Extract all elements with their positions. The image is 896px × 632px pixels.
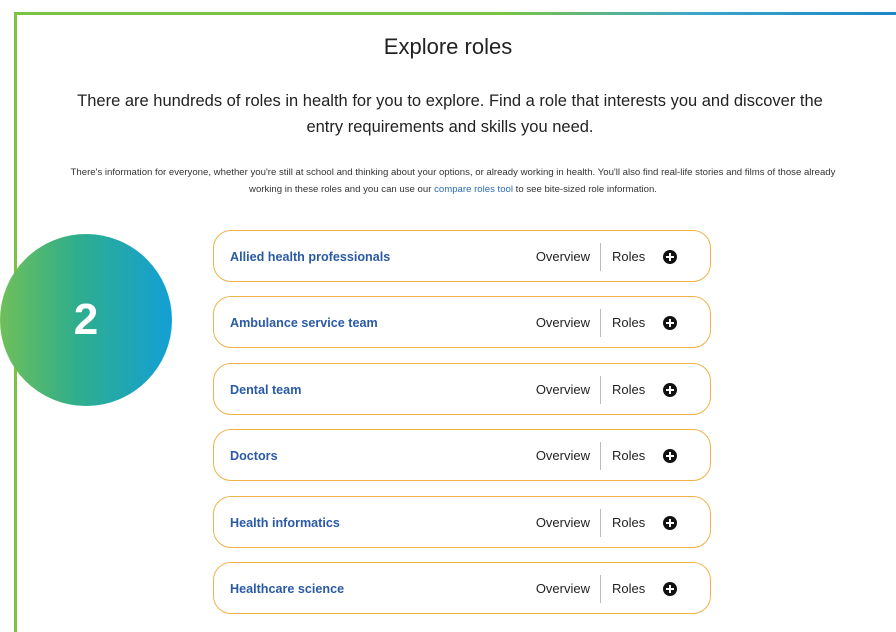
role-link[interactable]: Allied health professionals bbox=[230, 231, 390, 283]
intro-text: There are hundreds of roles in health fo… bbox=[77, 92, 823, 136]
plus-circle-icon[interactable] bbox=[663, 515, 677, 530]
role-row-allied-health: Allied health professionals Overview Rol… bbox=[213, 230, 711, 282]
row-divider bbox=[600, 309, 601, 338]
overview-link[interactable]: Overview bbox=[536, 497, 590, 549]
compare-roles-link[interactable]: compare roles tool bbox=[434, 184, 513, 195]
overview-link[interactable]: Overview bbox=[536, 231, 590, 283]
role-row-ambulance: Ambulance service team Overview Roles bbox=[213, 296, 711, 349]
role-link[interactable]: Dental team bbox=[230, 364, 301, 416]
row-divider bbox=[600, 243, 601, 271]
roles-toggle[interactable]: Roles bbox=[612, 364, 645, 416]
info-text-after: to see bite-sized role information. bbox=[513, 184, 657, 195]
plus-circle-icon[interactable] bbox=[663, 382, 677, 397]
step-number-badge: 2 bbox=[0, 234, 172, 406]
row-divider bbox=[600, 442, 601, 471]
role-link[interactable]: Doctors bbox=[230, 430, 278, 482]
role-link[interactable]: Ambulance service team bbox=[230, 297, 378, 349]
roles-toggle[interactable]: Roles bbox=[612, 563, 645, 615]
plus-circle-icon[interactable] bbox=[663, 250, 677, 264]
roles-toggle[interactable]: Roles bbox=[612, 231, 645, 283]
plus-circle-icon[interactable] bbox=[663, 581, 677, 596]
roles-toggle[interactable]: Roles bbox=[612, 430, 645, 482]
plus-circle-icon[interactable] bbox=[663, 449, 677, 464]
role-row-health-informatics: Health informatics Overview Roles bbox=[213, 495, 711, 549]
overview-link[interactable]: Overview bbox=[536, 297, 590, 349]
overview-link[interactable]: Overview bbox=[536, 563, 590, 615]
role-row-doctors: Doctors Overview Roles bbox=[213, 429, 711, 482]
overview-link[interactable]: Overview bbox=[536, 364, 590, 416]
row-divider bbox=[600, 375, 601, 404]
roles-list: Allied health professionals Overview Rol… bbox=[213, 230, 711, 628]
page-title: Explore roles bbox=[383, 34, 513, 59]
role-row-healthcare-science: Healthcare science Overview Roles bbox=[213, 561, 711, 615]
frame-top-gradient bbox=[500, 12, 896, 15]
overview-link[interactable]: Overview bbox=[536, 430, 590, 482]
role-link[interactable]: Health informatics bbox=[230, 497, 340, 549]
row-divider bbox=[600, 508, 601, 537]
roles-toggle[interactable]: Roles bbox=[612, 297, 645, 349]
plus-circle-icon[interactable] bbox=[663, 316, 677, 331]
row-divider bbox=[600, 574, 601, 603]
info-text: There's information for everyone, whethe… bbox=[68, 164, 838, 198]
role-row-dental: Dental team Overview Roles bbox=[213, 362, 711, 416]
role-link[interactable]: Healthcare science bbox=[230, 563, 344, 615]
roles-toggle[interactable]: Roles bbox=[612, 497, 645, 549]
